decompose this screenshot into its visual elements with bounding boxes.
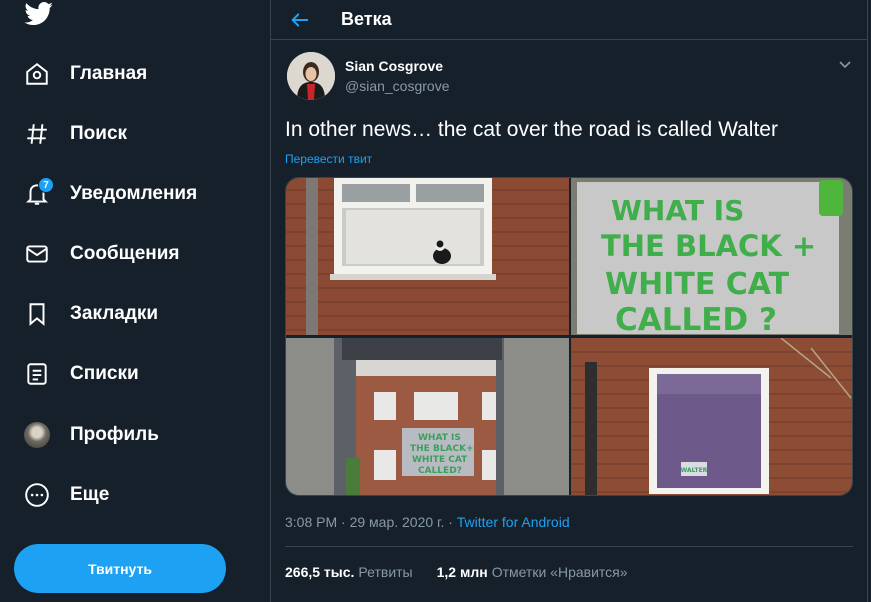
sign-walter: WALTER bbox=[681, 467, 708, 474]
retweets-label: Ретвиты bbox=[358, 564, 413, 580]
sidebar-item-more[interactable]: Еще bbox=[14, 473, 119, 517]
author-avatar[interactable] bbox=[287, 52, 335, 100]
bell-icon: 7 bbox=[24, 177, 54, 207]
bookmark-icon bbox=[24, 301, 50, 327]
tweet-button[interactable]: Твитнуть bbox=[14, 544, 226, 593]
media-photo-sign[interactable]: WHAT IS THE BLACK + WHITE CAT CALLED ? bbox=[571, 178, 852, 335]
back-arrow-icon[interactable] bbox=[289, 9, 311, 31]
notification-count-badge: 7 bbox=[38, 177, 54, 193]
retweets-count: 266,5 тыс. bbox=[285, 564, 355, 580]
likes-stat[interactable]: 1,2 млн Отметки «Нравится» bbox=[437, 564, 628, 580]
translate-tweet-link[interactable]: Перевести твит bbox=[285, 152, 372, 166]
sign-line: WHAT IS bbox=[611, 194, 744, 227]
tweet-stats: 266,5 тыс. Ретвиты 1,2 млн Отметки «Нравит… bbox=[285, 564, 652, 580]
profile-avatar-icon bbox=[24, 422, 50, 448]
sidebar-item-profile[interactable]: Профиль bbox=[14, 413, 169, 457]
likes-label: Отметки «Нравится» bbox=[491, 564, 628, 580]
tweet-source-link[interactable]: Twitter for Android bbox=[457, 514, 570, 530]
sidebar-item-lists[interactable]: Списки bbox=[14, 352, 149, 396]
retweets-stat[interactable]: 266,5 тыс. Ретвиты bbox=[285, 564, 413, 580]
page-title: Ветка bbox=[341, 9, 392, 29]
sidebar-item-label: Закладки bbox=[70, 303, 159, 324]
sidebar-item-messages[interactable]: Сообщения bbox=[14, 232, 190, 276]
sign-line: CALLED ? bbox=[615, 302, 777, 335]
sidebar-item-label: Сообщения bbox=[70, 243, 180, 264]
hashtag-icon bbox=[24, 121, 50, 147]
sidebar-item-label: Уведомления bbox=[70, 183, 198, 204]
sign-line: THE BLACK + bbox=[601, 229, 816, 263]
home-icon bbox=[24, 61, 50, 87]
sidebar-item-notifications[interactable]: 7 Уведомления bbox=[14, 172, 207, 216]
sidebar-item-label: Еще bbox=[70, 484, 110, 505]
chevron-down-icon[interactable] bbox=[837, 56, 853, 72]
sign-line: WHITE CAT bbox=[605, 267, 790, 302]
sign-line: WHITE CAT bbox=[412, 455, 468, 465]
tweet-media-grid: WHAT IS THE BLACK + WHITE CAT CALLED ? W… bbox=[285, 177, 853, 496]
tweet-author: Sian Cosgrove @sian_cosgrove bbox=[287, 52, 450, 100]
sidebar-item-bookmarks[interactable]: Закладки bbox=[14, 292, 168, 336]
likes-count: 1,2 млн bbox=[436, 564, 488, 580]
author-handle[interactable]: @sian_cosgrove bbox=[345, 78, 450, 94]
media-photo-purple-window[interactable]: WALTER bbox=[571, 338, 852, 495]
media-photo-cat-window[interactable] bbox=[286, 178, 569, 335]
sidebar-item-explore[interactable]: Поиск bbox=[14, 112, 137, 156]
twitter-bird-icon[interactable] bbox=[24, 2, 54, 26]
sidebar-item-home[interactable]: Главная bbox=[14, 52, 157, 96]
author-name[interactable]: Sian Cosgrove bbox=[345, 58, 450, 74]
sidebar-item-label: Профиль bbox=[70, 424, 159, 445]
avatar bbox=[24, 422, 50, 448]
sign-line: THE BLACK+ bbox=[410, 444, 474, 454]
tweet-time[interactable]: 3:08 PM · 29 мар. 2020 г. · bbox=[285, 514, 457, 530]
list-icon bbox=[24, 361, 50, 387]
divider bbox=[285, 546, 853, 547]
media-photo-street-view[interactable]: WHAT IS THE BLACK+ WHITE CAT CALLED? bbox=[286, 338, 569, 495]
envelope-icon bbox=[24, 241, 50, 267]
sidebar-item-label: Списки bbox=[70, 363, 139, 384]
sign-line: CALLED? bbox=[418, 466, 462, 476]
tweet-text: In other news… the cat over the road is … bbox=[285, 118, 778, 141]
sign-line: WHAT IS bbox=[418, 433, 461, 443]
sidebar: Главная Поиск 7 Уведомления Сообщения За… bbox=[0, 0, 270, 602]
sidebar-item-label: Поиск bbox=[70, 123, 128, 144]
tweet-timestamp: 3:08 PM · 29 мар. 2020 г. · Twitter for … bbox=[285, 514, 570, 530]
more-circle-icon bbox=[24, 482, 50, 508]
thread-header: Ветка bbox=[271, 0, 867, 40]
sidebar-item-label: Главная bbox=[70, 63, 148, 84]
thread-column: Ветка Sian Cosgrove @sian_cosgrove In ot… bbox=[270, 0, 868, 602]
